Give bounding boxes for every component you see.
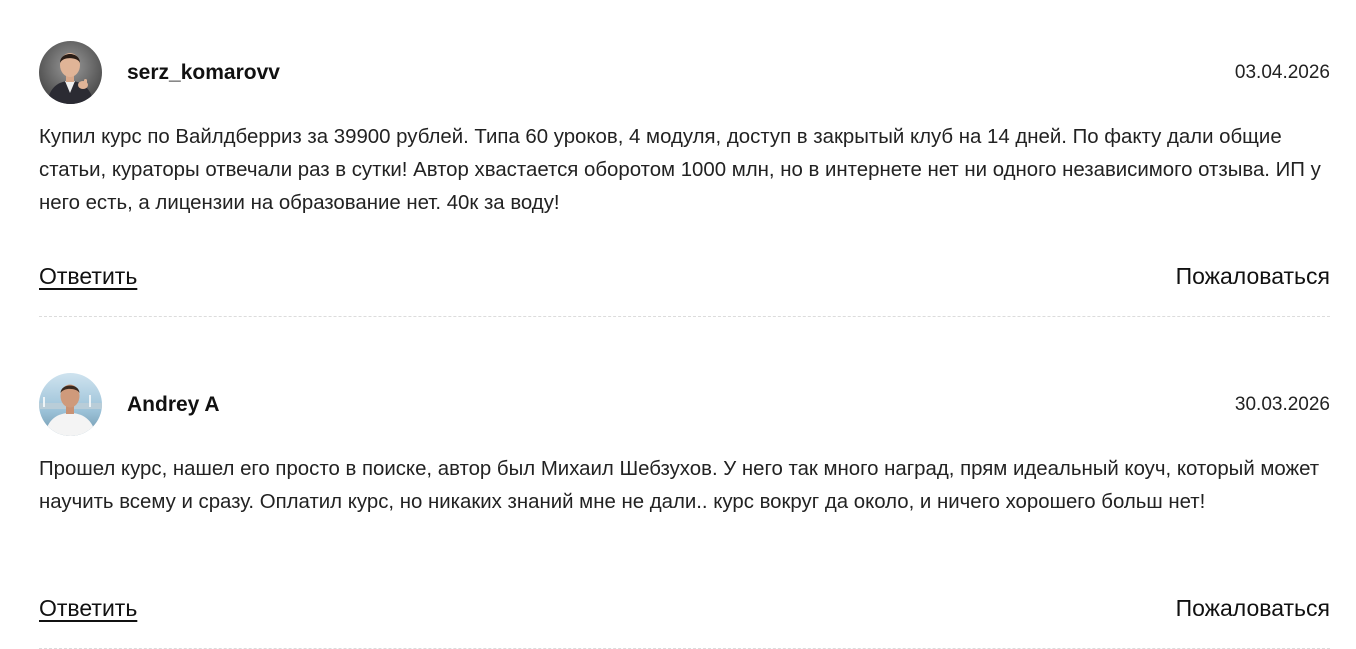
reply-link[interactable]: Ответить [39,261,137,291]
reply-link[interactable]: Ответить [39,593,137,623]
comment-text: Прошел курс, нашел его просто в поиске, … [39,458,1320,513]
user-photo-icon [39,41,102,104]
comment-item: Andrey A 30.03.2026 Прошел курс, нашел е… [39,373,1330,649]
comment-username: Andrey A [127,393,220,416]
comment-text: Купил курс по Вайлдберриз за 39900 рубле… [39,126,1321,214]
comment-username: serz_komarovv [127,61,280,84]
comment-header: Andrey A 30.03.2026 [39,373,1330,436]
report-link[interactable]: Пожаловаться [1176,261,1330,291]
divider [39,316,1330,317]
user-photo-icon [39,373,102,436]
comment-date: 30.03.2026 [1234,394,1330,415]
comments-list: serz_komarovv 03.04.2026 Купил курс по В… [0,0,1356,649]
avatar [39,373,102,436]
comment-actions: Ответить Пожаловаться [39,593,1330,623]
comment-date: 03.04.2026 [1234,62,1330,83]
comment-header: serz_komarovv 03.04.2026 [39,41,1330,104]
comment-item: serz_komarovv 03.04.2026 Купил курс по В… [39,41,1330,317]
avatar [39,41,102,104]
report-link[interactable]: Пожаловаться [1176,593,1330,623]
comment-actions: Ответить Пожаловаться [39,261,1330,291]
